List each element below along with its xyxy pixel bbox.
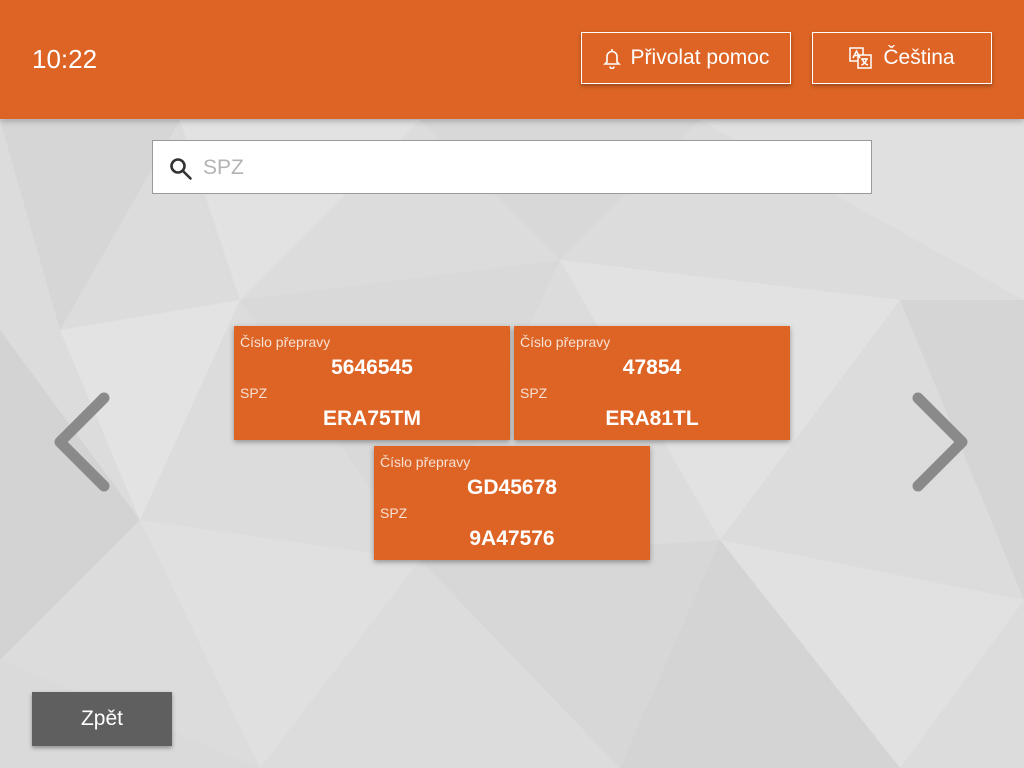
bell-icon: [602, 47, 621, 69]
chevron-right-icon[interactable]: [906, 390, 976, 500]
plate-number: 9A47576: [469, 527, 555, 550]
translate-icon: [849, 47, 873, 69]
search-icon: [169, 157, 193, 186]
language-label: Čeština: [883, 46, 955, 69]
transport-number-label: Číslo přepravy: [240, 334, 331, 350]
header-bar: 10:22 Přivolat pomoc Čeština: [0, 0, 1024, 119]
transport-number: 5646545: [331, 356, 413, 379]
transport-number: 47854: [622, 356, 682, 379]
transport-card[interactable]: Číslo přepravy GD45678 SPZ 9A47576: [374, 446, 650, 560]
transport-number-label: Číslo přepravy: [520, 334, 611, 350]
transport-number: GD45678: [467, 476, 557, 499]
language-button[interactable]: Čeština: [812, 32, 992, 84]
transport-card[interactable]: Číslo přepravy 5646545 SPZ ERA75TM: [234, 326, 510, 440]
clock: 10:22: [32, 44, 98, 74]
transport-card[interactable]: Číslo přepravy 47854 SPZ ERA81TL: [514, 326, 790, 440]
plate-label: SPZ: [240, 385, 268, 401]
transport-number-label: Číslo přepravy: [380, 454, 471, 470]
call-help-button[interactable]: Přivolat pomoc: [581, 32, 791, 84]
chevron-left-icon[interactable]: [46, 390, 116, 500]
plate-label: SPZ: [520, 385, 548, 401]
plate-search-input[interactable]: [201, 141, 865, 195]
plate-label: SPZ: [380, 505, 408, 521]
back-button[interactable]: Zpět: [32, 692, 172, 746]
call-help-label: Přivolat pomoc: [630, 46, 770, 69]
plate-number: ERA75TM: [322, 407, 422, 430]
search-box: [152, 140, 872, 195]
plate-number: ERA81TL: [605, 407, 699, 430]
